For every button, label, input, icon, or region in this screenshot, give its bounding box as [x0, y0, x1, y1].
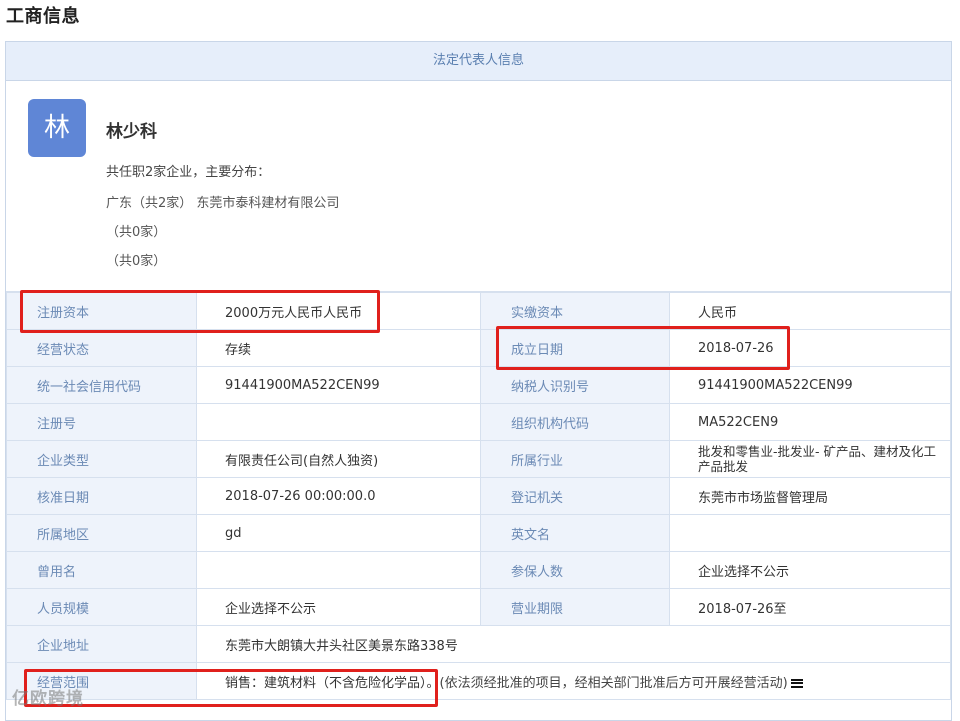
- field-label: 统一社会信用代码: [6, 366, 197, 404]
- field-value: [196, 403, 481, 441]
- table-row: 统一社会信用代码 91441900MA522CEN99 纳税人识别号 91441…: [6, 366, 951, 404]
- field-value: 2018-07-26至: [669, 588, 951, 626]
- field-value: [669, 514, 951, 552]
- table-row: 经营状态 存续 成立日期 2018-07-26: [6, 329, 951, 367]
- table-row: 核准日期 2018-07-26 00:00:00.0 登记机关 东莞市市场监督管…: [6, 477, 951, 515]
- field-value: 91441900MA522CEN99: [669, 366, 951, 404]
- business-scope: 销售：建筑材料（不含危险化学品）。(依法须经批准的项目，经相关部门批准后方可开展…: [196, 662, 951, 700]
- field-label: 注册资本: [6, 292, 197, 330]
- field-value: [196, 551, 481, 589]
- distribution-line[interactable]: 广东（共2家） 东莞市泰科建材有限公司: [106, 192, 339, 211]
- field-label: 核准日期: [6, 477, 197, 515]
- table-row: 注册号 组织机构代码 MA522CEN9: [6, 403, 951, 441]
- table-row: 企业类型 有限责任公司(自然人独资) 所属行业 批发和零售业-批发业- 矿产品、…: [6, 440, 951, 478]
- field-label: 组织机构代码: [480, 403, 670, 441]
- table-row: 人员规模 企业选择不公示 营业期限 2018-07-26至: [6, 588, 951, 626]
- legal-rep-header: 法定代表人信息: [6, 42, 951, 81]
- table-row: 企业地址 东莞市大朗镇大井头社区美景东路338号: [6, 625, 951, 663]
- field-label: 企业地址: [6, 625, 197, 663]
- field-value: 企业选择不公示: [196, 588, 481, 626]
- field-value: 东莞市市场监督管理局: [669, 477, 951, 515]
- field-label: 实缴资本: [480, 292, 670, 330]
- field-label: 企业类型: [6, 440, 197, 478]
- field-label: 所属行业: [480, 440, 670, 478]
- watermark: 亿欧跨境: [12, 689, 84, 709]
- field-value: MA522CEN9: [669, 403, 951, 441]
- legal-rep-name[interactable]: 林少科: [106, 117, 157, 142]
- field-label: 经营状态: [6, 329, 197, 367]
- field-label: 曾用名: [6, 551, 197, 589]
- table-row: 曾用名 参保人数 企业选择不公示: [6, 551, 951, 589]
- distribution-line: （共0家）: [106, 254, 167, 269]
- field-label: 注册号: [6, 403, 197, 441]
- field-label: 成立日期: [480, 329, 670, 367]
- field-value: 91441900MA522CEN99: [196, 366, 481, 404]
- business-scope-text: 销售：建筑材料（不含危险化学品）。: [225, 675, 440, 691]
- field-value: 2000万元人民币人民币: [196, 292, 481, 330]
- field-value: 企业选择不公示: [669, 551, 951, 589]
- table-row: 所属地区 gd 英文名: [6, 514, 951, 552]
- page-title: 工商信息: [6, 6, 80, 27]
- field-label: 纳税人识别号: [480, 366, 670, 404]
- table-row: 注册资本 2000万元人民币人民币 实缴资本 人民币: [6, 292, 951, 330]
- business-scope-note: (依法须经批准的项目，经相关部门批准后方可开展经营活动): [439, 675, 788, 691]
- company-address: 东莞市大朗镇大井头社区美景东路338号: [196, 625, 951, 663]
- field-label: 所属地区: [6, 514, 197, 552]
- field-value: 存续: [196, 329, 481, 367]
- field-label: 参保人数: [480, 551, 670, 589]
- avatar: 林: [28, 99, 86, 157]
- legal-representative-card: 林 林少科 共任职2家企业，主要分布： 广东（共2家） 东莞市泰科建材有限公司 …: [6, 81, 951, 292]
- field-value: 人民币: [669, 292, 951, 330]
- positions-summary: 共任职2家企业，主要分布：: [106, 165, 271, 180]
- field-value: 2018-07-26: [669, 329, 951, 367]
- business-info-panel: 法定代表人信息 林 林少科 共任职2家企业，主要分布： 广东（共2家） 东莞市泰…: [5, 41, 952, 721]
- field-label: 登记机关: [480, 477, 670, 515]
- business-info-table: 注册资本 2000万元人民币人民币 实缴资本 人民币 经营状态 存续 成立日期 …: [6, 292, 951, 700]
- field-label: 英文名: [480, 514, 670, 552]
- field-label: 营业期限: [480, 588, 670, 626]
- end-mark-icon: [790, 678, 803, 688]
- distribution-line: （共0家）: [106, 225, 167, 240]
- field-value: 2018-07-26 00:00:00.0: [196, 477, 481, 515]
- table-row: 经营范围 销售：建筑材料（不含危险化学品）。(依法须经批准的项目，经相关部门批准…: [6, 662, 951, 700]
- field-value: 有限责任公司(自然人独资): [196, 440, 481, 478]
- field-label: 人员规模: [6, 588, 197, 626]
- field-value: gd: [196, 514, 481, 552]
- field-value: 批发和零售业-批发业- 矿产品、建材及化工产品批发: [669, 440, 951, 478]
